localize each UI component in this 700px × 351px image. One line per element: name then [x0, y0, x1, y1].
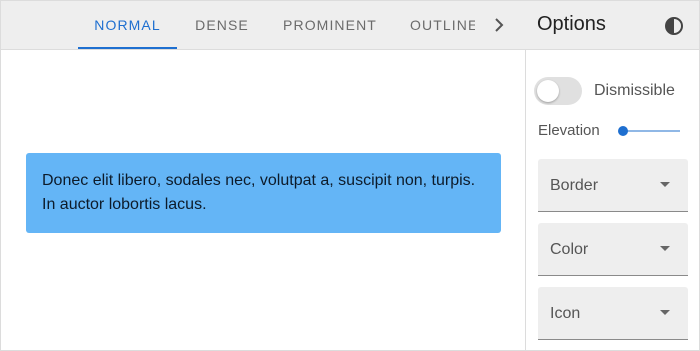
chevron-down-icon — [660, 182, 670, 187]
tab-normal[interactable]: NORMAL — [78, 1, 177, 49]
chevron-down-icon — [660, 246, 670, 251]
banner: Donec elit libero, sodales nec, volutpat… — [26, 153, 501, 233]
chevron-right-icon[interactable] — [487, 13, 511, 37]
chevron-down-icon — [660, 310, 670, 315]
color-select-label: Color — [550, 241, 589, 258]
color-select[interactable]: Color — [538, 223, 688, 276]
dismissible-label: Dismissible — [594, 82, 675, 99]
app-frame: NORMAL DENSE PROMINENT OUTLINED Options … — [0, 0, 700, 351]
options-panel: Dismissible Elevation Border Color Icon — [526, 50, 699, 350]
options-title: Options — [537, 13, 606, 35]
slider-thumb[interactable] — [618, 126, 628, 136]
tab-outlined[interactable]: OUTLINED — [410, 1, 475, 49]
icon-select[interactable]: Icon — [538, 287, 688, 340]
tab-bar: NORMAL DENSE PROMINENT OUTLINED — [78, 1, 475, 49]
tab-dense[interactable]: DENSE — [177, 1, 267, 49]
dismissible-toggle[interactable] — [534, 77, 582, 105]
toggle-thumb — [537, 80, 559, 102]
top-bar: NORMAL DENSE PROMINENT OUTLINED Options — [1, 1, 699, 50]
border-select-label: Border — [550, 177, 599, 194]
banner-text: Donec elit libero, sodales nec, volutpat… — [42, 172, 476, 213]
icon-select-label: Icon — [550, 305, 581, 322]
slider-track — [622, 130, 680, 132]
elevation-label: Elevation — [538, 122, 600, 139]
main-content: Donec elit libero, sodales nec, volutpat… — [1, 50, 525, 350]
tab-prominent[interactable]: PROMINENT — [267, 1, 393, 49]
contrast-icon[interactable] — [663, 15, 685, 37]
border-select[interactable]: Border — [538, 159, 688, 212]
active-tab-indicator — [78, 47, 177, 49]
elevation-slider[interactable] — [618, 124, 680, 138]
